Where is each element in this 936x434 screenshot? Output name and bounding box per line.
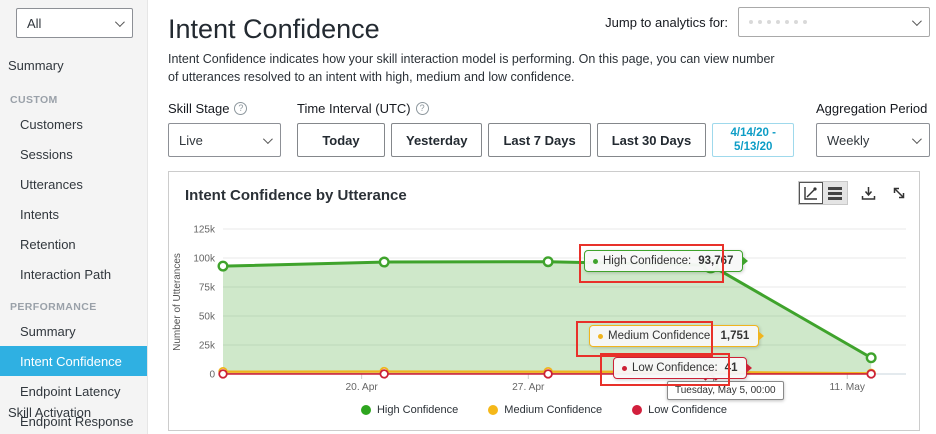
- sidebar-item-utterances[interactable]: Utterances: [0, 169, 147, 199]
- chart-legend: High Confidence Medium Confidence Low Co…: [169, 404, 919, 416]
- chevron-down-icon: [262, 133, 273, 144]
- intent-confidence-chart: 0 25k 50k 75k 100k 125k Number of Utterances 20…: [172, 225, 906, 393]
- aggregation-period-value: Weekly: [827, 132, 870, 148]
- svg-text:100k: 100k: [193, 254, 216, 265]
- sidebar-item-intent-confidence[interactable]: Intent Confidence: [0, 346, 147, 376]
- chart-plot-area[interactable]: 0 25k 50k 75k 100k 125k Number of Utterances 20…: [169, 215, 919, 400]
- jump-to-analytics: Jump to analytics for:: [605, 7, 930, 37]
- jump-to-analytics-label: Jump to analytics for:: [605, 14, 728, 30]
- sidebar-item-performance-summary[interactable]: Summary: [0, 316, 147, 346]
- expand-button[interactable]: [888, 182, 910, 204]
- table-icon: [828, 186, 842, 200]
- last-7-days-button[interactable]: Last 7 Days: [488, 123, 591, 158]
- medium-confidence-dot: [598, 333, 603, 339]
- legend-dot-medium: [488, 405, 499, 416]
- skill-selector-dropdown[interactable]: All: [16, 8, 133, 38]
- yesterday-button[interactable]: Yesterday: [391, 123, 483, 158]
- svg-text:75k: 75k: [199, 283, 216, 294]
- skill-stage-label: Skill Stage: [168, 101, 230, 117]
- low-confidence-tooltip: Low Confidence: 41: [613, 357, 753, 380]
- chevron-down-icon: [114, 16, 125, 27]
- jump-to-analytics-dropdown[interactable]: [738, 7, 930, 37]
- help-icon[interactable]: ?: [234, 102, 248, 116]
- sidebar-item-skill-activation[interactable]: Skill Activation: [0, 397, 147, 428]
- sidebar-item-summary-top[interactable]: Summary: [0, 48, 147, 82]
- aggregation-period-group: Aggregation Period Weekly: [816, 101, 930, 158]
- today-button[interactable]: Today: [297, 123, 385, 158]
- filters-row: Skill Stage ? Live Time Interval (UTC) ?…: [168, 101, 936, 158]
- expand-icon: [893, 188, 905, 199]
- chevron-down-icon: [911, 15, 922, 26]
- line-chart-icon: [804, 187, 817, 200]
- svg-text:20. Apr: 20. Apr: [346, 382, 379, 393]
- legend-dot-high: [360, 405, 371, 416]
- svg-text:25k: 25k: [199, 341, 216, 352]
- medium-confidence-tooltip: Medium Confidence: 1,751: [589, 325, 765, 348]
- chart-view-button[interactable]: [799, 182, 823, 205]
- table-view-button[interactable]: [823, 182, 847, 204]
- time-interval-group: Time Interval (UTC) ? Today Yesterday La…: [297, 101, 795, 158]
- legend-low-confidence[interactable]: Low Confidence: [632, 404, 727, 416]
- download-icon: [861, 186, 875, 200]
- svg-text:125k: 125k: [193, 225, 216, 236]
- download-button[interactable]: [857, 182, 879, 204]
- sidebar: All Summary CUSTOM Customers Sessions Ut…: [0, 0, 148, 434]
- svg-text:0: 0: [209, 370, 215, 381]
- legend-medium-confidence[interactable]: Medium Confidence: [488, 404, 602, 416]
- legend-high-confidence[interactable]: High Confidence: [360, 404, 458, 416]
- sidebar-item-interaction-path[interactable]: Interaction Path: [0, 259, 147, 289]
- skill-selector-value: All: [27, 15, 42, 31]
- chart-panel: Intent Confidence by Utterance 0 25k 50k…: [168, 171, 920, 432]
- sidebar-section-performance: PERFORMANCE: [10, 301, 97, 313]
- sidebar-item-retention[interactable]: Retention: [0, 229, 147, 259]
- svg-text:27. Apr: 27. Apr: [512, 382, 545, 393]
- redacted-skill-name: [749, 20, 807, 24]
- skill-stage-group: Skill Stage ? Live: [168, 101, 281, 158]
- legend-dot-low: [632, 405, 643, 416]
- sidebar-item-sessions[interactable]: Sessions: [0, 139, 147, 169]
- help-icon[interactable]: ?: [415, 102, 429, 116]
- svg-text:50k: 50k: [199, 312, 216, 323]
- page-description: Intent Confidence indicates how your ski…: [168, 52, 775, 85]
- tooltip-callout: [746, 363, 753, 374]
- last-30-days-button[interactable]: Last 30 Days: [596, 123, 707, 158]
- tooltip-callout: [758, 331, 765, 342]
- chart-toolbar: [798, 181, 910, 206]
- aggregation-period-dropdown[interactable]: Weekly: [816, 123, 930, 158]
- chevron-down-icon: [911, 133, 922, 144]
- main-content: Jump to analytics for: Intent Confidence…: [148, 0, 936, 434]
- chart-panel-title: Intent Confidence by Utterance: [185, 187, 407, 205]
- tooltip-callout: [742, 256, 749, 267]
- time-interval-label: Time Interval (UTC): [297, 101, 411, 117]
- sidebar-item-intents[interactable]: Intents: [0, 199, 147, 229]
- sidebar-item-customers[interactable]: Customers: [0, 109, 147, 139]
- svg-text:11. May: 11. May: [830, 382, 866, 393]
- aggregation-period-label: Aggregation Period: [816, 101, 928, 117]
- high-confidence-tooltip: High Confidence: 93,767: [584, 250, 749, 273]
- svg-text:Number of Utterances: Number of Utterances: [172, 253, 183, 351]
- date-range-button[interactable]: 4/14/20 - 5/13/20: [712, 123, 795, 158]
- sidebar-section-custom: CUSTOM: [10, 94, 58, 106]
- skill-stage-dropdown[interactable]: Live: [168, 123, 281, 158]
- crosshair-date-label: Tuesday, May 5, 00:00: [667, 381, 784, 401]
- high-confidence-dot: [593, 258, 598, 264]
- low-confidence-dot: [622, 365, 627, 371]
- skill-stage-value: Live: [179, 132, 203, 148]
